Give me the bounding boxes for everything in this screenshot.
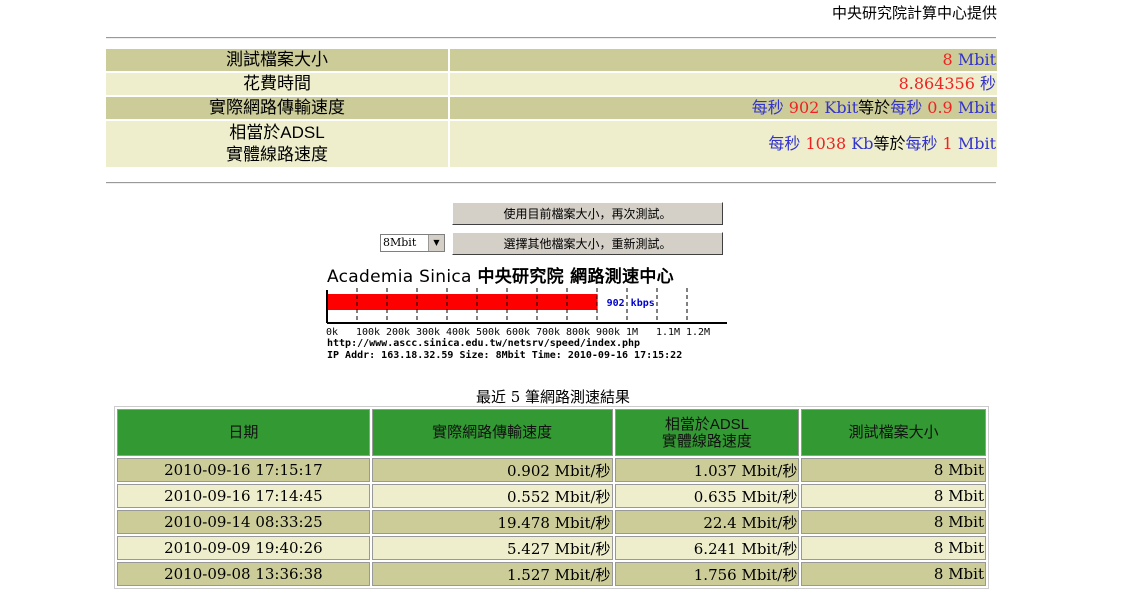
value-part: Kb [846,134,874,153]
banner-title: Academia Sinica 中央研究院 網路測速中心 [327,262,674,287]
banner-title-cjk: 中央研究院 網路測速中心 [477,267,674,287]
table-cell: 8 Mbit [801,510,986,534]
table-row: 2010-09-14 08:33:25 19.478 Mbit/秒 22.4 Mbi… [117,510,986,534]
summary-value: 8.864356 秒 [450,73,997,95]
recent-results-title: 最近 5 筆網路測速結果 [475,388,631,406]
speed-bar [327,294,598,310]
table-cell: 1.037 Mbit/秒 [614,458,800,482]
table-cell: 1.527 Mbit/秒 [371,562,613,586]
recent-results-table: 日期 實際網路傳輸速度 相當於ADSL 實體線路速度 測試檔案大小 2010-09-16… [114,406,989,589]
table-row: 2010-09-16 17:14:45 0.552 Mbit/秒 0.635 Mbi… [117,484,986,508]
tick-label: 500k [476,327,501,338]
value-part: 8 [942,50,953,69]
value-part: 每秒 [751,98,789,117]
table-cell: 8 Mbit [801,536,986,560]
tick-label: 1.2M [686,327,711,338]
speed-banner: Academia Sinica 中央研究院 網路測速中心 902 kbps 0k… [326,262,746,367]
value-part: Mbit [952,50,996,69]
result-summary-table: 測試檔案大小 8 Mbit 花費時間 8.864356 秒實際網路傳輸速度 每秒 902… [106,47,997,169]
value-part: 1038 [805,134,847,153]
table-cell: 0.635 Mbit/秒 [614,484,800,508]
tick-label: 400k [446,327,471,338]
value-part: 每秒 [905,134,943,153]
chevron-down-icon[interactable]: ▼ [428,235,444,251]
table-cell: 19.478 Mbit/秒 [371,510,613,534]
column-header: 實際網路傳輸速度 [371,409,613,456]
file-size-value: 8Mbit [383,236,417,249]
value-part: 秒 [974,74,996,93]
value-part: 每秒 [890,98,928,117]
table-cell: 0.552 Mbit/秒 [371,484,613,508]
table-cell: 5.427 Mbit/秒 [371,536,613,560]
speed-label: 902 kbps [607,298,655,309]
table-cell: 2010-09-16 17:14:45 [117,484,370,508]
summary-value: 每秒 902 Kbit等於每秒 0.9 Mbit [450,97,997,119]
table-cell: 8 Mbit [801,562,986,586]
table-cell: 1.756 Mbit/秒 [614,562,800,586]
tick-label: 200k [386,327,411,338]
value-part: 等於 [873,134,906,153]
banner-title-latin: Academia Sinica [327,267,472,287]
column-header: 相當於ADSL 實體線路速度 [614,409,800,456]
tick-label: 1M [626,327,639,338]
banner-url: http://www.ascc.sinica.edu.tw/netsrv/spe… [327,338,641,349]
divider [106,37,996,39]
tick-label: 800k [566,327,591,338]
summary-value: 8 Mbit [450,49,997,71]
tick-label: 1.1M [656,327,681,338]
column-header: 測試檔案大小 [801,409,986,456]
table-cell: 8 Mbit [801,458,986,482]
table-cell: 2010-09-14 08:33:25 [117,510,370,534]
retest-button[interactable]: 使用目前檔案大小，再次測試。 [452,202,723,225]
summary-label: 測試檔案大小 [106,49,450,71]
summary-label: 花費時間 [106,73,450,95]
value-part: Kbit [819,98,859,117]
summary-value: 每秒 1038 Kb等於每秒 1 Mbit [450,121,997,167]
summary-row: 測試檔案大小 8 Mbit [106,49,997,71]
table-row: 2010-09-16 17:15:17 0.902 Mbit/秒 1.037 Mbi… [117,458,986,482]
tick-label: 900k [596,327,621,338]
credit-text: 中央研究院計算中心提供 [831,4,997,22]
table-cell: 2010-09-16 17:15:17 [117,458,370,482]
summary-label: 實際網路傳輸速度 [106,97,450,119]
table-row: 2010-09-08 13:36:38 1.527 Mbit/秒 1.756 Mbi… [117,562,986,586]
summary-label: 相當於ADSL 實體線路速度 [106,121,450,167]
value-part: 每秒 [768,134,806,153]
table-cell: 8 Mbit [801,484,986,508]
value-part: 902 [788,98,820,117]
banner-info: IP Addr: 163.18.32.59 Size: 8Mbit Time: … [327,350,683,361]
table-cell: 6.241 Mbit/秒 [614,536,800,560]
table-cell: 2010-09-09 19:40:26 [117,536,370,560]
table-row: 2010-09-09 19:40:26 5.427 Mbit/秒 6.241 Mbi… [117,536,986,560]
value-part: Mbit [952,98,996,117]
tick-label: 600k [506,327,531,338]
file-size-select[interactable]: 8Mbit ▼ [380,234,445,252]
tick-label: 300k [416,327,441,338]
tick-label: 0k [326,327,339,338]
summary-row: 花費時間 8.864356 秒 [106,73,997,95]
value-part: 等於 [858,98,891,117]
value-part: Mbit [952,134,996,153]
tick-label: 700k [536,327,561,338]
divider [106,182,996,184]
summary-row: 實際網路傳輸速度 每秒 902 Kbit等於每秒 0.9 Mbit [106,97,997,119]
summary-row: 相當於ADSL 實體線路速度 每秒 1038 Kb等於每秒 1 Mbit [106,121,997,167]
other-size-test-button[interactable]: 選擇其他檔案大小，重新測試。 [452,232,723,255]
tick-label: 100k [356,327,381,338]
table-cell: 22.4 Mbit/秒 [614,510,800,534]
column-header: 日期 [117,409,370,456]
value-part: 0.9 [927,98,953,117]
value-part: 1 [942,134,953,153]
value-part: 8.864356 [898,74,975,93]
table-cell: 2010-09-08 13:36:38 [117,562,370,586]
table-cell: 0.902 Mbit/秒 [371,458,613,482]
